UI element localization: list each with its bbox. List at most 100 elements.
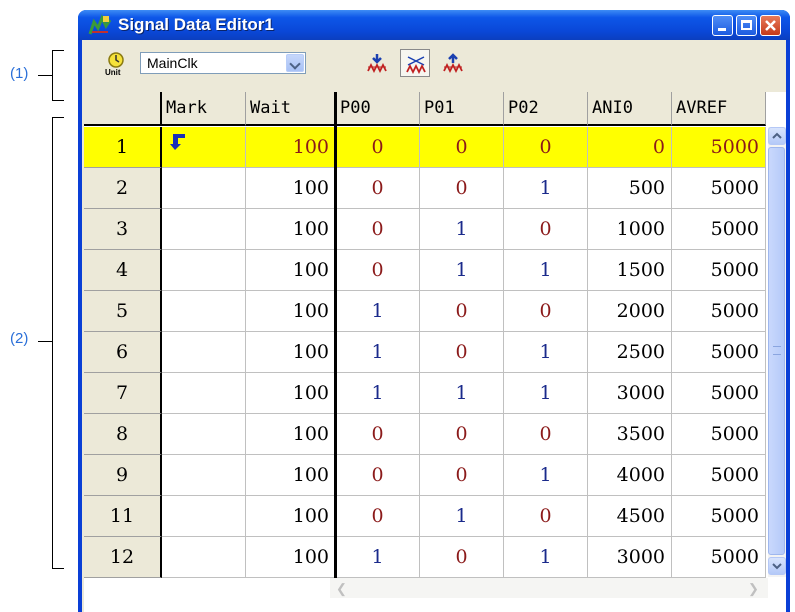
cell-p01[interactable]: 0 (420, 168, 504, 209)
cell-ani0[interactable]: 3000 (588, 373, 672, 414)
scroll-thumb[interactable] (768, 147, 785, 555)
cell-mark[interactable] (162, 455, 246, 496)
column-header-ani0[interactable]: ANI0 (588, 92, 672, 126)
cell-avref[interactable]: 5000 (672, 455, 766, 496)
cell-ani0[interactable]: 500 (588, 168, 672, 209)
cell-p01[interactable]: 0 (420, 414, 504, 455)
cell-ani0[interactable]: 2000 (588, 291, 672, 332)
table-row[interactable]: 8 100 0 0 0 3500 5000 (84, 414, 766, 455)
close-button[interactable] (760, 15, 781, 36)
cell-wait[interactable]: 100 (246, 496, 336, 537)
maximize-button[interactable] (736, 15, 757, 36)
table-row[interactable]: 11 100 0 1 0 4500 5000 (84, 496, 766, 537)
cell-wait[interactable]: 100 (246, 373, 336, 414)
cell-p00[interactable]: 0 (336, 250, 420, 291)
cell-p00[interactable]: 1 (336, 291, 420, 332)
cell-mark[interactable] (162, 209, 246, 250)
cell-p02[interactable]: 1 (504, 537, 588, 578)
cell-mark[interactable] (162, 373, 246, 414)
cell-p00[interactable]: 0 (336, 127, 420, 168)
cell-p02[interactable]: 0 (504, 291, 588, 332)
cell-p01[interactable]: 1 (420, 496, 504, 537)
cell-mark[interactable] (162, 537, 246, 578)
cell-avref[interactable]: 5000 (672, 250, 766, 291)
cell-wait[interactable]: 100 (246, 168, 336, 209)
cell-p02[interactable]: 1 (504, 250, 588, 291)
cell-ani0[interactable]: 2500 (588, 332, 672, 373)
cell-p00[interactable]: 0 (336, 209, 420, 250)
cell-p00[interactable]: 1 (336, 332, 420, 373)
cell-p02[interactable]: 1 (504, 455, 588, 496)
minimize-button[interactable] (712, 15, 733, 36)
table-row[interactable]: 2 100 0 0 1 500 5000 (84, 168, 766, 209)
cell-avref[interactable]: 5000 (672, 291, 766, 332)
cell-p00[interactable]: 1 (336, 537, 420, 578)
table-row[interactable]: 3 100 0 1 0 1000 5000 (84, 209, 766, 250)
cell-avref[interactable]: 5000 (672, 373, 766, 414)
cell-p01[interactable]: 0 (420, 332, 504, 373)
cell-p02[interactable]: 0 (504, 414, 588, 455)
cell-ani0[interactable]: 1000 (588, 209, 672, 250)
cell-mark[interactable] (162, 291, 246, 332)
row-header[interactable]: 6 (84, 332, 162, 373)
table-row[interactable]: 4 100 0 1 1 1500 5000 (84, 250, 766, 291)
header-corner[interactable] (84, 92, 162, 126)
cell-mark[interactable] (162, 414, 246, 455)
cell-avref[interactable]: 5000 (672, 332, 766, 373)
column-header-wait[interactable]: Wait (246, 92, 336, 126)
row-header[interactable]: 3 (84, 209, 162, 250)
cell-p00[interactable]: 0 (336, 455, 420, 496)
signal-data-grid[interactable]: Mark Wait P00 P01 P02 ANI0 AVREF 1 100 0 0 0… (84, 92, 786, 612)
cell-wait[interactable]: 100 (246, 250, 336, 291)
row-header[interactable]: 4 (84, 250, 162, 291)
cell-p00[interactable]: 0 (336, 414, 420, 455)
cell-wait[interactable]: 100 (246, 127, 336, 168)
table-row[interactable]: 1 100 0 0 0 0 5000 (84, 127, 766, 168)
table-row[interactable]: 5 100 1 0 0 2000 5000 (84, 291, 766, 332)
cell-ani0[interactable]: 1500 (588, 250, 672, 291)
export-signal-button[interactable] (438, 49, 468, 77)
row-header[interactable]: 12 (84, 537, 162, 578)
cell-p02[interactable]: 0 (504, 209, 588, 250)
table-row[interactable]: 6 100 1 0 1 2500 5000 (84, 332, 766, 373)
cell-p02[interactable]: 1 (504, 168, 588, 209)
cell-p02[interactable]: 0 (504, 127, 588, 168)
cell-mark[interactable] (162, 496, 246, 537)
cell-ani0[interactable]: 3500 (588, 414, 672, 455)
clock-source-select[interactable]: MainClk (140, 52, 306, 74)
cell-ani0[interactable]: 4000 (588, 455, 672, 496)
cell-avref[interactable]: 5000 (672, 537, 766, 578)
cell-p01[interactable]: 0 (420, 455, 504, 496)
cell-p02[interactable]: 1 (504, 373, 588, 414)
cell-p01[interactable]: 0 (420, 537, 504, 578)
cell-mark[interactable] (162, 332, 246, 373)
cell-wait[interactable]: 100 (246, 537, 336, 578)
cell-mark[interactable] (162, 250, 246, 291)
cell-wait[interactable]: 100 (246, 414, 336, 455)
chevron-down-icon[interactable] (286, 54, 304, 72)
row-header[interactable]: 2 (84, 168, 162, 209)
cell-p00[interactable]: 1 (336, 373, 420, 414)
row-header[interactable]: 5 (84, 291, 162, 332)
scroll-up-button[interactable] (768, 127, 786, 145)
cell-p02[interactable]: 0 (504, 496, 588, 537)
row-header[interactable]: 7 (84, 373, 162, 414)
cell-avref[interactable]: 5000 (672, 209, 766, 250)
cell-p01[interactable]: 1 (420, 250, 504, 291)
horizontal-scrollbar[interactable]: ❮ ❯ (330, 578, 768, 598)
scroll-left-icon[interactable]: ❮ (336, 581, 347, 597)
cell-wait[interactable]: 100 (246, 332, 336, 373)
column-header-p00[interactable]: P00 (336, 92, 420, 126)
cell-p02[interactable]: 1 (504, 332, 588, 373)
cell-avref[interactable]: 5000 (672, 127, 766, 168)
vertical-scrollbar[interactable] (768, 127, 786, 577)
column-header-p02[interactable]: P02 (504, 92, 588, 126)
cell-p01[interactable]: 1 (420, 373, 504, 414)
cell-p01[interactable]: 1 (420, 209, 504, 250)
cell-wait[interactable]: 100 (246, 455, 336, 496)
cell-ani0[interactable]: 4500 (588, 496, 672, 537)
scroll-right-icon[interactable]: ❯ (748, 581, 759, 597)
column-header-mark[interactable]: Mark (162, 92, 246, 126)
cell-p01[interactable]: 0 (420, 291, 504, 332)
cell-p00[interactable]: 0 (336, 496, 420, 537)
